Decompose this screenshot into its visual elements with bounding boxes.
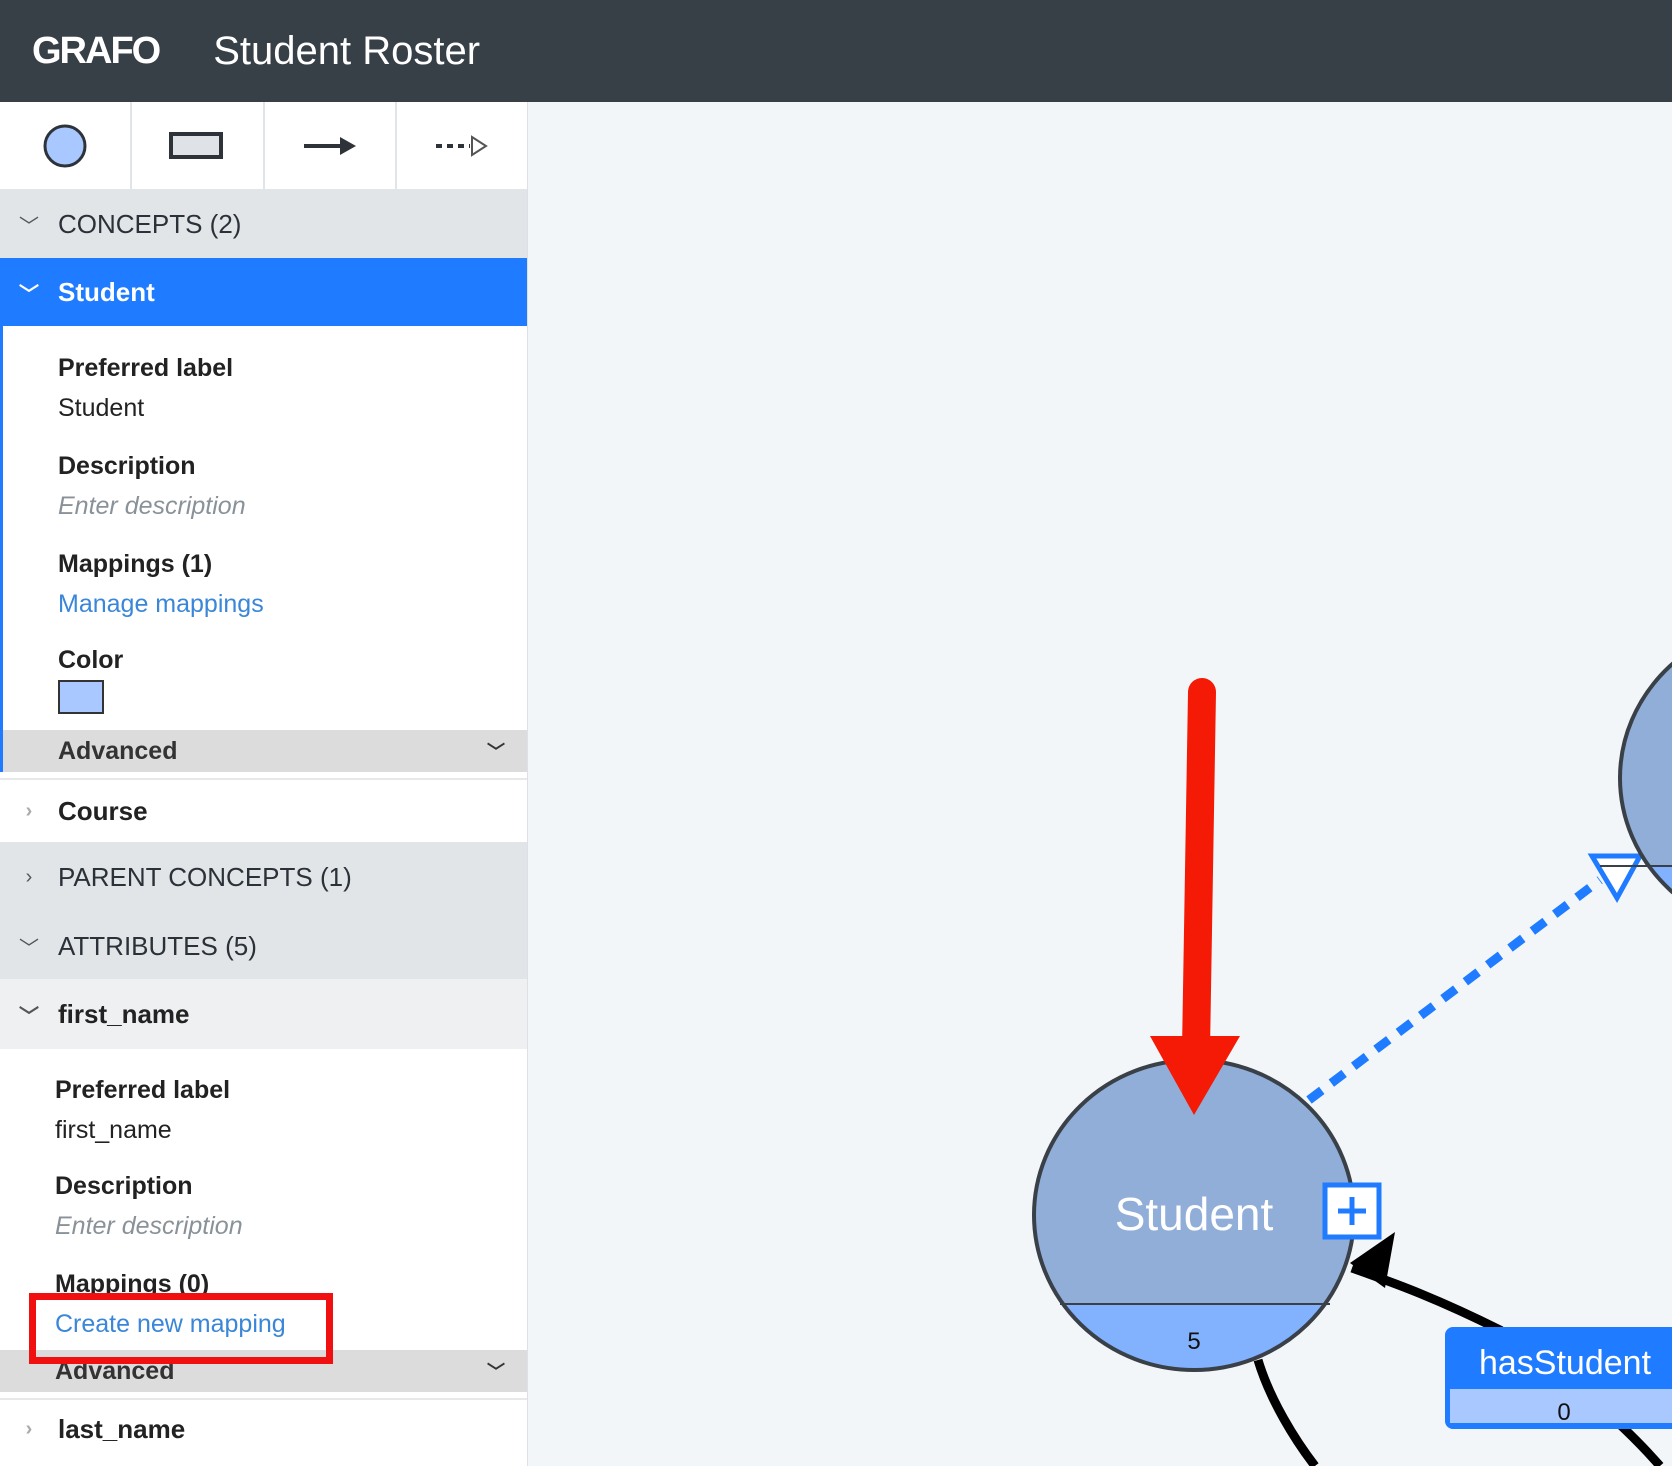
attribute-name: last_name — [58, 1413, 186, 1444]
chevron-down-icon: ﹀ — [19, 1005, 39, 1028]
chevron-right-icon: › — [25, 1417, 33, 1440]
section-title: CONCEPTS (2) — [58, 208, 242, 239]
concept-name: Student — [58, 276, 155, 307]
advanced-toggle[interactable]: Advanced ﹀ — [3, 730, 527, 772]
relationship-node-hasstudent[interactable]: hasStudent 0 — [1445, 1327, 1672, 1429]
preferred-label-title: Preferred label — [58, 354, 234, 382]
relationship-edge[interactable] — [1253, 1358, 1319, 1466]
sidebar: ﹀ CONCEPTS (2) ﹀ Student Preferred label S… — [0, 102, 528, 1466]
graph-canvas[interactable]: Student 5 hasStudent 0 — [528, 102, 1672, 1466]
description-input[interactable]: Enter description — [55, 1206, 527, 1246]
attribute-item-last-name[interactable]: › last_name — [0, 1398, 527, 1458]
description-title: Description — [58, 452, 196, 480]
description-input[interactable]: Enter description — [58, 486, 527, 526]
chevron-down-icon: ﹀ — [487, 1362, 505, 1382]
concepts-section-header[interactable]: ﹀ CONCEPTS (2) — [0, 190, 527, 258]
tool-palette — [0, 102, 527, 190]
preferred-label-value[interactable]: Student — [58, 388, 527, 428]
relationship-label: hasStudent — [1479, 1344, 1652, 1382]
preferred-label-title: Preferred label — [55, 1076, 231, 1104]
relationship-arrow-tool-button[interactable] — [265, 102, 397, 189]
grafo-logo[interactable]: GRAFO — [32, 30, 161, 73]
relationship-box-tool-button[interactable] — [132, 102, 265, 189]
concept-name: Course — [58, 795, 148, 826]
annotation-highlight-box — [29, 1293, 333, 1364]
node-attribute-count: 5 — [1187, 1328, 1200, 1355]
specialization-arrowhead — [1587, 853, 1645, 904]
chevron-right-icon: › — [25, 799, 33, 822]
chevron-down-icon: ﹀ — [19, 283, 39, 306]
chevron-down-icon: ﹀ — [19, 937, 39, 960]
manage-mappings-link[interactable]: Manage mappings — [58, 584, 527, 624]
attribute-item-first-name[interactable]: ﹀ first_name — [0, 979, 527, 1049]
color-swatch[interactable] — [58, 680, 104, 714]
app-header: GRAFO Student Roster — [0, 0, 1672, 102]
color-title: Color — [58, 646, 124, 674]
concept-details: Preferred label Student Description Ente… — [0, 326, 527, 772]
expand-node-button[interactable] — [1322, 1182, 1382, 1240]
chevron-down-icon: ﹀ — [19, 215, 39, 238]
concept-item-student[interactable]: ﹀ Student — [0, 258, 527, 326]
node-label: Student — [1115, 1188, 1274, 1240]
specialization-edge[interactable] — [1306, 876, 1603, 1104]
preferred-label-value[interactable]: first_name — [55, 1110, 527, 1150]
specialization-tool-button[interactable] — [397, 102, 527, 189]
attributes-section-header[interactable]: ﹀ ATTRIBUTES (5) — [0, 913, 527, 979]
circle-icon — [43, 124, 87, 167]
section-title: ATTRIBUTES (5) — [58, 930, 257, 961]
chevron-right-icon: › — [25, 866, 33, 888]
arrow-right-icon — [303, 136, 356, 155]
parent-concept-node[interactable] — [1600, 620, 1672, 946]
dashed-arrow-icon — [435, 134, 488, 157]
page-title: Student Roster — [213, 28, 481, 73]
parent-concepts-section-header[interactable]: › PARENT CONCEPTS (1) — [0, 842, 527, 913]
chevron-down-icon: ﹀ — [487, 742, 505, 762]
attribute-name: first_name — [58, 998, 190, 1029]
advanced-label: Advanced — [58, 736, 178, 765]
concept-tool-button[interactable] — [0, 102, 133, 189]
mappings-title: Mappings (1) — [58, 550, 213, 578]
relationship-count: 0 — [1557, 1399, 1570, 1426]
description-title: Description — [55, 1172, 193, 1200]
annotation-red-arrow — [1150, 678, 1240, 1115]
concept-item-course[interactable]: › Course — [0, 778, 527, 842]
section-title: PARENT CONCEPTS (1) — [58, 862, 352, 892]
rectangle-icon — [169, 131, 224, 159]
